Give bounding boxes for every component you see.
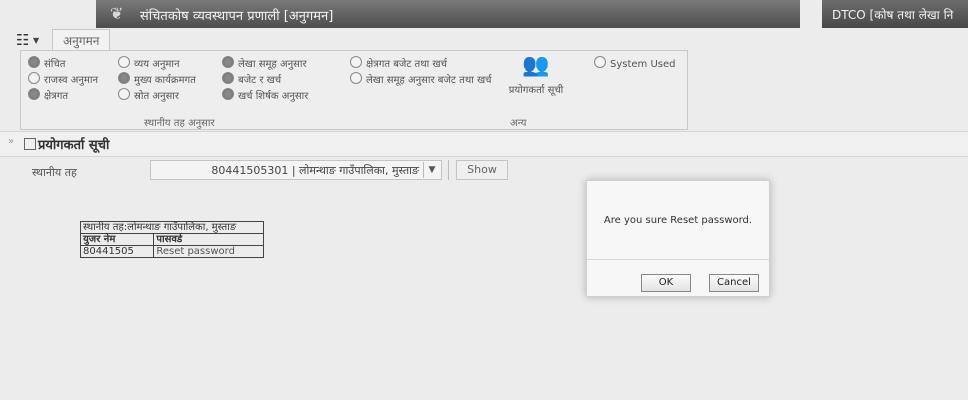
- dialog-divider: [587, 259, 769, 260]
- page-title: प्रयोगकर्ता सूची: [38, 138, 110, 153]
- option-label: राजस्व अनुमान: [44, 75, 99, 86]
- local-level-select[interactable]: 80441505301 | लोमन्थाङ गाउँपालिका, मुस्त…: [150, 160, 442, 180]
- group-label-other: अन्य: [510, 118, 527, 129]
- tab-monitoring[interactable]: अनुगमन: [52, 29, 111, 52]
- option-label: बजेट र खर्च: [238, 75, 282, 86]
- option-label: क्षेत्रगत: [44, 91, 69, 102]
- radio-selected-icon: [28, 88, 40, 100]
- option-label: व्यय अनुमान: [134, 59, 180, 70]
- option-account-group-budget-expense[interactable]: लेखा समूह अनुसार बजेट तथा खर्च: [350, 72, 492, 86]
- option-sectoral[interactable]: क्षेत्रगत: [28, 88, 68, 102]
- divider: [448, 160, 449, 180]
- option-label: स्रोत अनुसार: [134, 91, 179, 102]
- option-revenue-estimate[interactable]: राजस्व अनुमान: [28, 72, 98, 86]
- office-title-bar: DTCO [कोष तथा लेखा नि: [822, 0, 968, 28]
- option-budget-expense[interactable]: बजेट र खर्च: [222, 72, 281, 86]
- menu-bar: [0, 28, 968, 50]
- option-expense-estimate[interactable]: व्यय अनुमान: [118, 56, 180, 70]
- option-label: क्षेत्रगत बजेट तथा खर्च: [366, 59, 447, 70]
- option-main-program[interactable]: मुख्य कार्यक्रमगत: [118, 72, 196, 86]
- table-column-row: युजर नेम पासवर्ड: [79, 233, 264, 246]
- local-level-header: स्थानीय तह:लोमन्थाङ गाउँपालिका, मुस्ताङ: [80, 221, 264, 234]
- dialog-message: Are you sure Reset password.: [603, 215, 753, 226]
- users-icon: 👥: [522, 53, 550, 78]
- title-bar: ❦ संचितकोष व्यवस्थापन प्रणाली [अनुगमन] D…: [0, 0, 968, 28]
- confirm-dialog: Are you sure Reset password. OK Cancel: [586, 180, 770, 297]
- option-label: लेखा समूह अनुसार बजेट तथा खर्च: [366, 75, 492, 86]
- local-level-value: 80441505301 | लोमन्थाङ गाउँपालिका, मुस्त…: [211, 164, 419, 177]
- option-label: संचित: [44, 59, 66, 70]
- radio-selected-icon: [222, 72, 234, 84]
- chevron-down-icon[interactable]: ▼: [33, 36, 39, 45]
- app-title: संचितकोष व्यवस्थापन प्रणाली [अनुगमन]: [140, 9, 334, 24]
- local-level-label: स्थानीय तह: [32, 166, 77, 179]
- option-account-group[interactable]: लेखा समूह अनुसार: [222, 56, 307, 70]
- option-by-source[interactable]: स्रोत अनुसार: [118, 88, 179, 102]
- reset-password-link[interactable]: Reset password: [153, 245, 264, 258]
- radio-unselected-icon: [28, 72, 40, 84]
- group-label-local: स्थानीय तह अनुसार: [144, 118, 215, 129]
- chevron-right-icon[interactable]: »: [8, 136, 14, 147]
- option-expense-heading[interactable]: खर्च शिर्षक अनुसार: [222, 88, 308, 102]
- radio-unselected-icon: [350, 72, 362, 84]
- section-header: » प्रयोगकर्ता सूची: [0, 131, 968, 157]
- show-button[interactable]: Show: [456, 160, 508, 180]
- app-title-bar: ❦ संचितकोष व्यवस्थापन प्रणाली [अनुगमन]: [96, 0, 800, 28]
- ok-button[interactable]: OK: [641, 274, 691, 292]
- user-list-button[interactable]: 👥 प्रयोगकर्ता सूची: [496, 54, 576, 104]
- user-list-label: प्रयोगकर्ता सूची: [508, 85, 564, 96]
- radio-unselected-icon: [350, 56, 362, 68]
- cell-username: 80441505: [79, 245, 155, 258]
- radio-selected-icon: [28, 56, 40, 68]
- option-sanchit[interactable]: संचित: [28, 56, 65, 70]
- table-header-row: स्थानीय तह:लोमन्थाङ गाउँपालिका, मुस्ताङ: [80, 221, 264, 234]
- office-title: DTCO [कोष तथा लेखा नि: [832, 8, 954, 22]
- panel-icon: [24, 138, 36, 150]
- column-password: पासवर्ड: [153, 233, 264, 246]
- option-label: System Used: [610, 59, 676, 70]
- option-label: लेखा समूह अनुसार: [238, 59, 307, 70]
- radio-unselected-icon: [594, 56, 606, 68]
- option-sectoral-budget-expense[interactable]: क्षेत्रगत बजेट तथा खर्च: [350, 56, 447, 70]
- radio-selected-icon: [222, 88, 234, 100]
- user-table: स्थानीय तह:लोमन्थाङ गाउँपालिका, मुस्ताङ …: [79, 221, 264, 258]
- chevron-down-icon[interactable]: ▼: [423, 162, 440, 178]
- column-username: युजर नेम: [79, 233, 155, 246]
- option-system-used[interactable]: System Used: [594, 56, 676, 70]
- option-label: खर्च शिर्षक अनुसार: [238, 91, 309, 102]
- radio-selected-icon: [222, 56, 234, 68]
- radio-selected-icon: [118, 72, 130, 84]
- option-label: मुख्य कार्यक्रमगत: [134, 75, 196, 86]
- radio-unselected-icon: [118, 56, 130, 68]
- cancel-button[interactable]: Cancel: [709, 274, 759, 292]
- table-row: 80441505 Reset password: [79, 245, 264, 258]
- app-logo-icon: ❦: [110, 4, 124, 23]
- apps-grid-icon[interactable]: ☷: [16, 31, 29, 49]
- radio-unselected-icon: [118, 88, 130, 100]
